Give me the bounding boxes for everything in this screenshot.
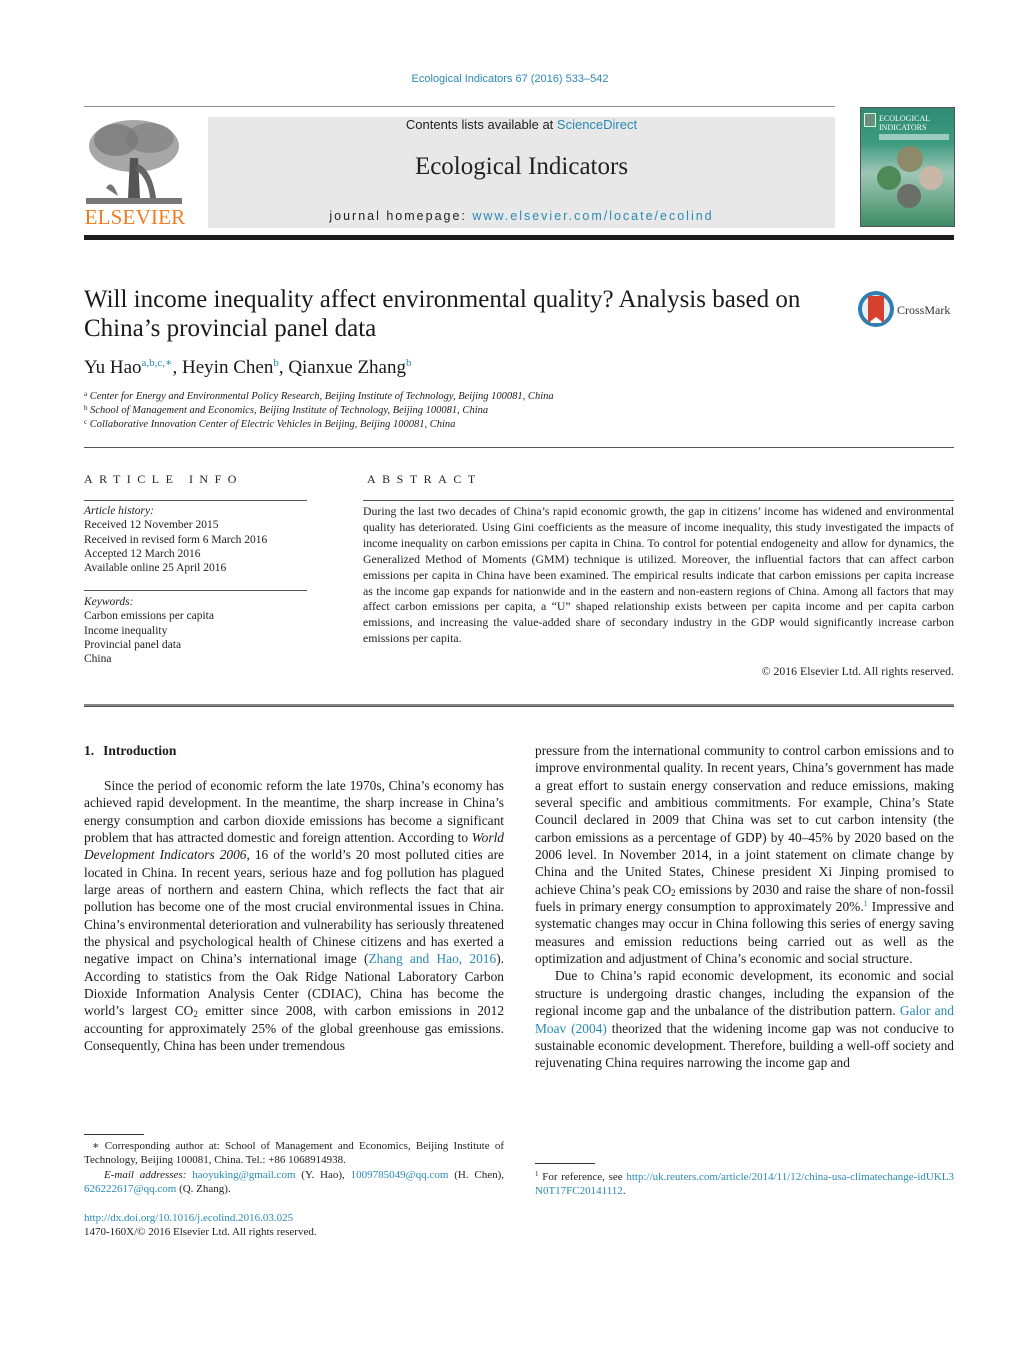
footnote-rule — [535, 1163, 595, 1164]
affiliation: b School of Management and Economics, Be… — [84, 404, 488, 416]
text-run: pressure from the international communit… — [535, 743, 954, 897]
author-name[interactable]: Heyin Chen — [182, 357, 273, 378]
email-link[interactable]: 626222617@qq.com — [84, 1183, 176, 1195]
body-paragraph: pressure from the international communit… — [535, 742, 954, 967]
article-history: Article history: Received 12 November 20… — [84, 504, 267, 575]
article-history-label: Article history: — [84, 505, 154, 517]
email-addresses: E-mail addresses: haoyuking@gmail.com (Y… — [84, 1168, 504, 1197]
keyword-item: Income inequality — [84, 624, 168, 637]
journal-cover-image[interactable]: ECOLOGICAL INDICATORS — [860, 107, 955, 227]
doi-block: http://dx.doi.org/10.1016/j.ecolind.2016… — [84, 1211, 317, 1240]
author-list: Yu Haoa,b,c,∗, Heyin Chenb, Qianxue Zhan… — [84, 357, 412, 378]
affiliation-text: School of Management and Economics, Beij… — [90, 405, 489, 416]
email-owner: (Y. Hao), — [295, 1168, 351, 1181]
homepage-prefix: journal homepage: — [329, 209, 473, 223]
footnote-1: 1 For reference, see http://uk.reuters.c… — [535, 1167, 954, 1199]
footnote-text: For reference, see — [538, 1171, 627, 1183]
email-link[interactable]: haoyuking@gmail.com — [192, 1169, 295, 1181]
journal-title: Ecological Indicators — [414, 153, 629, 180]
keywords-label: Keywords: — [84, 596, 134, 608]
keywords-list: Keywords: Carbon emissions per capita In… — [84, 595, 214, 666]
elsevier-wordmark: ELSEVIER — [84, 205, 186, 229]
body-left-column: Since the period of economic reform the … — [84, 777, 504, 1055]
crossmark-icon — [858, 291, 894, 327]
sciencedirect-link[interactable]: ScienceDirect — [557, 117, 637, 132]
abstract-text: During the last two decades of China’s r… — [363, 504, 954, 646]
cover-photo-circle — [919, 166, 943, 190]
cover-title-line: INDICATORS — [879, 123, 927, 132]
contents-available-line: Contents lists available at ScienceDirec… — [208, 117, 835, 132]
affiliation-mark: b — [84, 404, 88, 412]
citation-link[interactable]: Zhang and Hao, 2016 — [368, 951, 496, 966]
email-owner: (H. Chen), — [448, 1168, 504, 1181]
corresponding-author-text: ∗ Corresponding author at: School of Man… — [84, 1140, 504, 1167]
cover-title-line: ECOLOGICAL — [879, 114, 931, 123]
crossmark-label: CrossMark — [897, 303, 951, 317]
keywords-rule — [84, 590, 307, 591]
cover-subtitle — [879, 134, 949, 140]
keyword-item: China — [84, 653, 112, 666]
abstract-rule — [363, 500, 954, 501]
keyword-item: Carbon emissions per capita — [84, 610, 214, 623]
journal-citation-link[interactable]: Ecological Indicators 67 (2016) 533–542 — [412, 73, 609, 85]
cover-photo-circle — [897, 146, 923, 172]
section-title: Introduction — [103, 743, 177, 758]
journal-banner: Contents lists available at ScienceDirec… — [208, 117, 835, 228]
title-block-rule — [84, 447, 954, 448]
text-run: Due to China’s rapid economic developmen… — [535, 968, 954, 1019]
cover-photo-circle — [897, 184, 921, 208]
author-affiliation-marks[interactable]: a,b,c,∗ — [142, 357, 173, 369]
journal-homepage-link[interactable]: www.elsevier.com/locate/ecolind — [472, 209, 713, 223]
author-name[interactable]: Qianxue Zhang — [288, 357, 406, 378]
affiliation: a Center for Energy and Environmental Po… — [84, 390, 554, 402]
abstract-heading: ABSTRACT — [367, 472, 482, 486]
corresponding-author-note: ∗ Corresponding author at: School of Man… — [84, 1139, 504, 1197]
journal-citation[interactable]: Ecological Indicators 67 (2016) 533–542 — [0, 73, 1020, 85]
cover-elsevier-mini-icon — [864, 113, 876, 127]
affiliation: c Collaborative Innovation Center of Ele… — [84, 418, 455, 430]
front-matter-rule — [84, 704, 954, 707]
text-run: Since the period of economic reform the … — [84, 778, 504, 846]
history-item: Received 12 November 2015 — [84, 519, 219, 532]
history-item: Accepted 12 March 2016 — [84, 547, 201, 560]
contents-prefix: Contents lists available at — [405, 117, 557, 132]
elsevier-tree-icon — [86, 118, 182, 204]
cover-photo-circle — [877, 166, 901, 190]
author-affiliation-marks[interactable]: b — [273, 357, 279, 369]
email-label: E-mail addresses: — [104, 1168, 193, 1181]
affiliation-mark: a — [84, 390, 88, 398]
article-info-rule — [84, 500, 307, 501]
body-paragraph: Since the period of economic reform the … — [84, 777, 504, 1055]
doi-link[interactable]: http://dx.doi.org/10.1016/j.ecolind.2016… — [84, 1212, 293, 1224]
affiliation-text: Center for Energy and Environmental Poli… — [89, 391, 554, 402]
abstract-copyright: © 2016 Elsevier Ltd. All rights reserved… — [761, 664, 954, 678]
email-owner: (Q. Zhang). — [176, 1183, 231, 1196]
article-title: Will income inequality affect environmen… — [84, 286, 801, 342]
footnote-rule — [84, 1134, 144, 1135]
text-run: , 16 of the world’s 20 most polluted cit… — [84, 847, 504, 967]
section-heading-introduction: 1. Introduction — [84, 743, 176, 759]
header-rule — [84, 106, 835, 107]
affiliation-text: Collaborative Innovation Center of Elect… — [89, 419, 456, 430]
email-link[interactable]: 1009785049@qq.com — [351, 1169, 449, 1181]
elsevier-logo[interactable]: ELSEVIER — [84, 118, 186, 229]
footnote-text: . — [622, 1185, 626, 1198]
header-thick-rule — [84, 235, 954, 240]
journal-homepage-line: journal homepage: www.elsevier.com/locat… — [208, 209, 835, 223]
section-number: 1. — [84, 743, 95, 758]
keyword-item: Provincial panel data — [84, 638, 182, 651]
crossmark-badge[interactable]: CrossMark — [857, 290, 957, 330]
author-affiliation-marks[interactable]: b — [406, 357, 412, 369]
history-item: Available online 25 April 2016 — [84, 562, 227, 575]
body-right-column: pressure from the international communit… — [535, 742, 954, 1072]
affiliation-mark: c — [84, 418, 88, 426]
issn-copyright: 1470-160X/© 2016 Elsevier Ltd. All right… — [84, 1226, 317, 1239]
body-paragraph: Due to China’s rapid economic developmen… — [535, 967, 954, 1071]
author-name[interactable]: Yu Hao — [84, 357, 142, 378]
cover-title: ECOLOGICAL INDICATORS — [879, 114, 930, 132]
history-item: Received in revised form 6 March 2016 — [84, 533, 268, 546]
article-info-heading: ARTICLE INFO — [84, 472, 243, 486]
